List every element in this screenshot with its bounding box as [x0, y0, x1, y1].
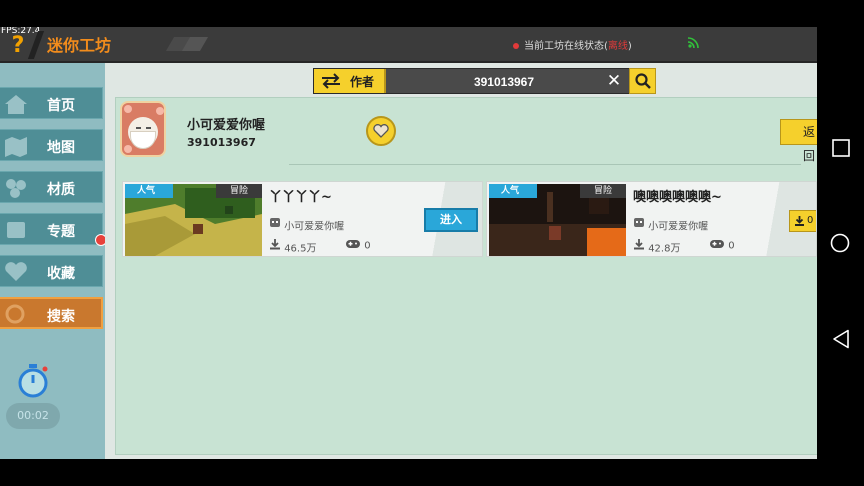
search-type-label: 作者 [350, 75, 375, 89]
search-input[interactable] [392, 69, 616, 95]
sidebar-item-topic[interactable]: 专题 [0, 213, 103, 245]
avatar-eye [146, 127, 151, 129]
map-author-name: 小可爱爱你喔 [284, 221, 345, 233]
map-thumbnail: 人气 冒险 [125, 184, 262, 256]
enter-button[interactable]: 进入 [424, 208, 478, 232]
author-name: 小可爱爱你喔 [187, 118, 266, 133]
back-button[interactable]: 返回 [780, 119, 817, 163]
sidebar-item-search[interactable]: 搜索 [0, 297, 103, 329]
status-dot-icon [513, 43, 519, 49]
author-id: 391013967 [187, 136, 256, 149]
download-icon [270, 239, 280, 250]
home-icon[interactable] [830, 233, 850, 253]
swap-arrows-icon [322, 73, 340, 89]
download-value: 42.8万 [648, 243, 681, 255]
popular-tag: 人气 [125, 184, 173, 198]
genre-tag: 冒险 [216, 184, 262, 198]
avatar[interactable] [120, 101, 166, 157]
download-count: 46.5万 [269, 238, 316, 255]
player-value: 0 [364, 240, 371, 252]
status-suffix: ) [627, 41, 632, 52]
follow-button[interactable] [366, 116, 396, 146]
download-button[interactable]: 0 [789, 210, 816, 232]
timer-display: 00:02 [6, 403, 60, 429]
top-bar: FPS:27.4 ? 迷你工坊 当前工坊在线状态(离线) [0, 27, 817, 63]
wifi-icon [687, 37, 699, 48]
download-icon [634, 239, 644, 250]
download-value: 46.5万 [284, 243, 317, 255]
download-icon [795, 216, 804, 226]
sidebar: 首页 地图 材质 专题 收藏 搜索 00:02 [0, 63, 107, 459]
search-bar: 作者 ✕ [313, 68, 656, 95]
search-type-toggle[interactable]: 作者 [314, 69, 386, 93]
player-value: 0 [728, 240, 735, 252]
recent-apps-icon[interactable] [832, 139, 850, 157]
status-value: 离线 [607, 41, 628, 52]
map-card[interactable]: 人气 冒险 丫丫丫丫~ 小可爱爱你喔 46.5万 0 进入 [122, 181, 483, 257]
sidebar-item-home[interactable]: 首页 [0, 87, 103, 119]
map-title: 噢噢噢噢噢噢~ [633, 190, 722, 205]
results-panel [115, 97, 817, 455]
back-icon[interactable] [832, 329, 850, 349]
map-author: 小可爱爱你喔 [633, 217, 708, 233]
sidebar-item-label: 收藏 [47, 266, 75, 282]
download-button-label: 0 [807, 215, 814, 226]
map-title: 丫丫丫丫~ [269, 190, 332, 205]
divider [289, 164, 801, 165]
sidebar-item-label: 首页 [47, 98, 75, 114]
app-title: 迷你工坊 [47, 36, 112, 55]
avatar-eye [136, 127, 141, 129]
heart-icon [5, 262, 27, 281]
map-card[interactable]: 人气 冒险 噢噢噢噢噢噢~ 小可爱爱你喔 42.8万 0 0 [486, 181, 817, 257]
search-button[interactable] [629, 68, 656, 94]
player-count: 0 [345, 238, 371, 252]
game-window: FPS:27.4 ? 迷你工坊 当前工坊在线状态(离线) 首页 地图 材质 专题… [0, 27, 817, 459]
map-author: 小可爱爱你喔 [269, 217, 344, 233]
map-thumbnail: 人气 冒险 [489, 184, 626, 256]
gamepad-icon [346, 240, 360, 248]
sidebar-item-map[interactable]: 地图 [0, 129, 103, 161]
heart-icon [373, 124, 389, 138]
home-icon [5, 95, 27, 114]
user-icon [634, 218, 644, 227]
search-icon [5, 304, 25, 324]
search-icon [635, 73, 651, 89]
user-icon [270, 218, 280, 227]
sidebar-item-label: 材质 [47, 182, 75, 198]
stopwatch-icon[interactable] [16, 363, 50, 399]
texture-icon [6, 179, 26, 198]
download-count: 42.8万 [633, 238, 680, 255]
topic-icon [7, 222, 25, 238]
popular-tag: 人气 [489, 184, 537, 198]
sidebar-item-favorites[interactable]: 收藏 [0, 255, 103, 287]
sidebar-item-label: 专题 [47, 224, 75, 240]
player-count: 0 [709, 238, 735, 252]
status-prefix: 当前工坊在线状态( [524, 41, 608, 52]
flower-decoration [156, 107, 164, 115]
avatar-beard [130, 131, 156, 149]
sidebar-item-label: 地图 [47, 140, 75, 156]
flower-decoration [124, 145, 132, 153]
map-author-name: 小可爱爱你喔 [648, 221, 709, 233]
gamepad-icon [710, 240, 724, 248]
flower-decoration [124, 105, 132, 113]
help-icon[interactable]: ? [6, 33, 30, 59]
main-content: 作者 ✕ 小可爱爱你喔 391013967 [105, 63, 817, 459]
sidebar-item-texture[interactable]: 材质 [0, 171, 103, 203]
map-icon [5, 137, 27, 157]
sidebar-item-label: 搜索 [47, 309, 75, 325]
system-nav-bar [817, 0, 864, 486]
genre-tag: 冒险 [580, 184, 626, 198]
online-status: 当前工坊在线状态(离线) [513, 37, 632, 52]
clear-search-icon[interactable]: ✕ [605, 72, 623, 90]
